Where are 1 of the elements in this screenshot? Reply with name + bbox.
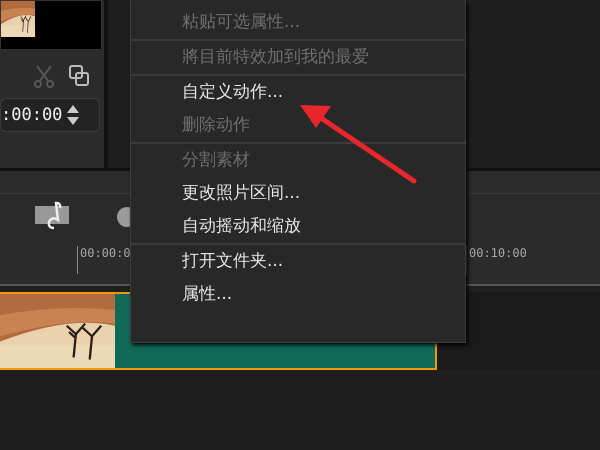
- timecode: :00:00: [1, 105, 62, 125]
